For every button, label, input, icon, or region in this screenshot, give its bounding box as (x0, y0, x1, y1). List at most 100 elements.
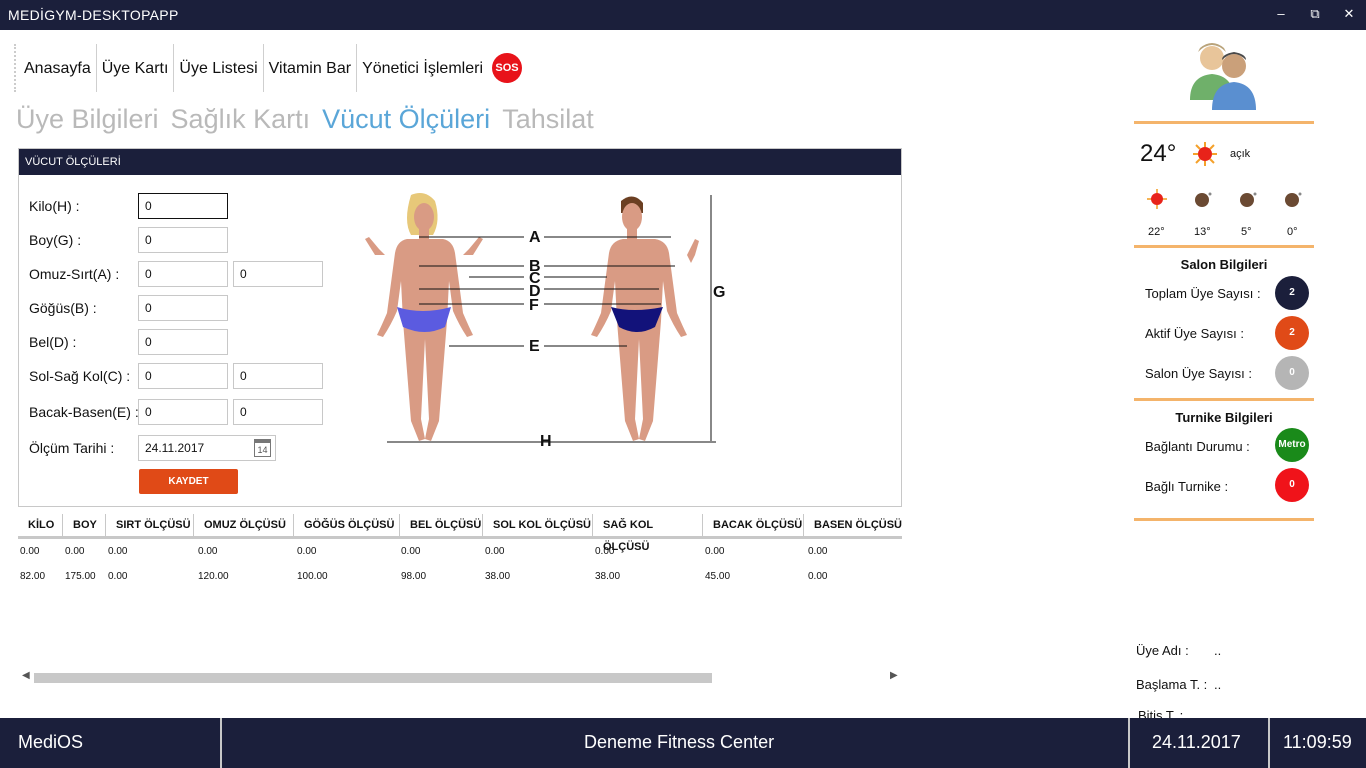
divider (1134, 518, 1314, 521)
salon-uye-badge: 0 (1275, 356, 1309, 390)
sag-kol-input[interactable]: 0 (233, 363, 323, 389)
bacak-input[interactable]: 0 (138, 399, 228, 425)
label-h: H (540, 433, 552, 449)
menu-item-vitamin-bar[interactable]: Vitamin Bar (264, 44, 358, 92)
male-figure-icon (591, 196, 699, 441)
table-cell: 38.00 (595, 571, 621, 582)
column-header[interactable]: BOY (63, 514, 106, 536)
table-cell: 0.00 (108, 571, 128, 582)
bel-input[interactable]: 0 (138, 329, 228, 355)
table-row[interactable]: 82.00 175.00 0.00 120.00 100.00 98.00 38… (18, 564, 902, 589)
label-a: A (529, 229, 541, 246)
label-g: G (713, 284, 725, 301)
date-picker[interactable]: 24.11.2017 14 (138, 435, 276, 461)
status-divider (1268, 718, 1270, 768)
tab-tahsilat[interactable]: Tahsilat (502, 104, 594, 135)
sos-button[interactable]: SOS (492, 53, 522, 83)
weather-condition: açık (1230, 148, 1251, 160)
sun-icon (1147, 189, 1167, 209)
column-header[interactable]: GÖĞÜS ÖLÇÜSÜ (294, 514, 400, 536)
column-header[interactable]: SAĞ KOL ÖLÇÜSÜ (593, 514, 703, 553)
body-measurements-panel: VÜCUT ÖLÇÜLERİ Kilo(H) : 0 Boy(G) : 0 Om… (18, 148, 902, 507)
forecast-temp: 13° (1194, 226, 1211, 238)
night-icon (1285, 192, 1302, 207)
forecast-temp: 0° (1287, 226, 1298, 238)
label-f: F (529, 297, 539, 314)
menu-item-uye-karti[interactable]: Üye Kartı (97, 44, 175, 92)
column-header[interactable]: BASEN ÖLÇÜSÜ (804, 514, 902, 536)
table-row[interactable]: 0.00 0.00 0.00 0.00 0.00 0.00 0.00 0.00 … (18, 539, 902, 564)
table-cell: 45.00 (705, 571, 731, 582)
tab-uye-bilgileri[interactable]: Üye Bilgileri (16, 104, 159, 135)
horizontal-scrollbar[interactable]: ◀ ▶ (18, 670, 902, 686)
column-header[interactable]: OMUZ ÖLÇÜSÜ (194, 514, 294, 536)
menu-item-uye-listesi[interactable]: Üye Listesi (174, 44, 264, 92)
sirt-input[interactable]: 0 (233, 261, 323, 287)
table-cell: 0.00 (198, 546, 218, 557)
toplam-uye-badge: 2 (1275, 276, 1309, 310)
column-header[interactable]: BACAK ÖLÇÜSÜ (703, 514, 804, 536)
table-cell: 0.00 (108, 546, 128, 557)
column-header[interactable]: SOL KOL ÖLÇÜSÜ (483, 514, 593, 536)
measurements-table: KİLO BOY SIRT ÖLÇÜSÜ OMUZ ÖLÇÜSÜ GÖĞÜS Ö… (18, 514, 902, 589)
scroll-right-icon[interactable]: ▶ (890, 670, 898, 681)
divider (1134, 245, 1314, 248)
boy-input[interactable]: 0 (138, 227, 228, 253)
table-cell: 82.00 (20, 571, 46, 582)
table-cell: 100.00 (297, 571, 328, 582)
toplam-uye-label: Toplam Üye Sayısı : (1145, 286, 1261, 301)
female-figure-icon (365, 193, 483, 441)
right-sidebar: 24° açık 22° 13° 5° 0° Salon Bilgileri T… (1134, 30, 1366, 723)
kilo-input[interactable]: 0 (138, 193, 228, 219)
status-divider (1128, 718, 1130, 768)
baslama-label: Başlama T. : (1136, 677, 1208, 692)
table-cell: 0.00 (808, 546, 828, 557)
sol-kol-input[interactable]: 0 (138, 363, 228, 389)
close-button[interactable]: ✕ (1338, 6, 1360, 24)
omuz-input[interactable]: 0 (138, 261, 228, 287)
table-cell: 0.00 (485, 546, 505, 557)
gogus-label: Göğüs(B) : (29, 300, 97, 316)
basen-input[interactable]: 0 (233, 399, 323, 425)
scroll-left-icon[interactable]: ◀ (22, 670, 30, 681)
center-name: Deneme Fitness Center (584, 732, 775, 752)
salon-uye-label: Salon Üye Sayısı : (1145, 366, 1252, 381)
table-cell: 0.00 (65, 546, 85, 557)
column-header[interactable]: SIRT ÖLÇÜSÜ (106, 514, 194, 536)
table-cell: 120.00 (198, 571, 229, 582)
window-title: MEDİGYM-DESKTOPAPP (8, 7, 179, 23)
table-cell: 0.00 (705, 546, 725, 557)
panel-header: VÜCUT ÖLÇÜLERİ (19, 149, 901, 175)
minimize-button[interactable]: – (1270, 6, 1292, 24)
omuz-sirt-label: Omuz-Sırt(A) : (29, 266, 120, 282)
calendar-icon[interactable]: 14 (254, 439, 271, 457)
gogus-input[interactable]: 0 (138, 295, 228, 321)
table-cell: 0.00 (808, 571, 828, 582)
status-divider (220, 718, 222, 768)
aktif-uye-badge: 2 (1275, 316, 1309, 350)
column-header[interactable]: BEL ÖLÇÜSÜ (400, 514, 483, 536)
date-value: 24.11.2017 (145, 441, 205, 455)
users-icon[interactable] (1184, 40, 1264, 112)
bacak-basen-label: Bacak-Basen(E) : (29, 404, 139, 420)
restore-button[interactable]: ⧉ (1304, 6, 1326, 24)
status-date: 24.11.2017 (1152, 732, 1241, 752)
menu-item-yonetici-islemleri[interactable]: Yönetici İşlemleri (357, 44, 488, 92)
bagli-turnike-badge: 0 (1275, 468, 1309, 502)
os-label: MediOS (18, 732, 84, 752)
divider (1134, 121, 1314, 124)
table-cell: 38.00 (485, 571, 511, 582)
status-bar: MediOS Deneme Fitness Center 24.11.2017 … (0, 718, 1366, 768)
tab-saglik-karti[interactable]: Sağlık Kartı (171, 104, 311, 135)
menu-item-anasayfa[interactable]: Anasayfa (16, 44, 97, 92)
label-e: E (529, 338, 540, 355)
divider (1134, 398, 1314, 401)
main-menu: Anasayfa Üye Kartı Üye Listesi Vitamin B… (14, 44, 522, 92)
tab-strip: Üye Bilgileri Sağlık Kartı Vücut Ölçüler… (16, 104, 606, 135)
column-header[interactable]: KİLO (18, 514, 63, 536)
tab-vucut-olculeri[interactable]: Vücut Ölçüleri (322, 104, 490, 135)
save-button[interactable]: KAYDET (139, 469, 238, 494)
table-cell: 98.00 (401, 571, 427, 582)
scroll-thumb[interactable] (34, 673, 712, 683)
salon-title: Salon Bilgileri (1180, 257, 1268, 272)
